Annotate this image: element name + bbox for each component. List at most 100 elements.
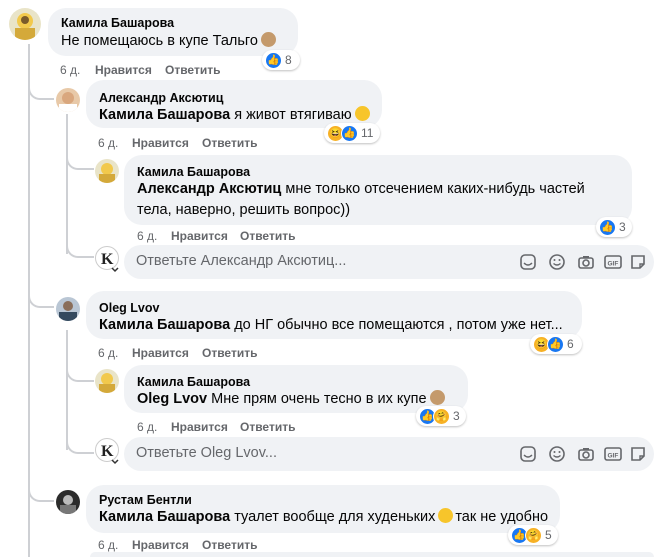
thread-hook <box>66 148 94 170</box>
like-reaction-icon: 👍 <box>547 335 564 353</box>
laughing-emoji-icon <box>354 106 370 121</box>
reply-button[interactable]: Ответить <box>202 136 257 150</box>
thread-hook <box>28 480 54 502</box>
reaction-summary[interactable]: 😆 👍 11 <box>324 123 380 143</box>
reaction-summary[interactable]: 👍 🤗 3 <box>416 406 466 426</box>
comment-author[interactable]: Oleg Lvov <box>99 301 159 315</box>
comment-body: я живот втягиваю <box>230 107 352 123</box>
like-button[interactable]: Нравится <box>132 136 189 150</box>
comment-text: Камила Башарова туалет вообще для худень… <box>99 506 548 528</box>
reaction-summary[interactable]: 👍 3 <box>596 217 632 237</box>
svg-text:GIF: GIF <box>608 453 619 460</box>
reply-button[interactable]: Ответить <box>202 346 257 360</box>
chevron-down-icon[interactable] <box>110 262 120 273</box>
reply-button[interactable]: Ответить <box>202 538 257 552</box>
comment-time[interactable]: 6 д. <box>98 136 118 150</box>
comment-time[interactable]: 6 д. <box>137 229 157 243</box>
comment-text: Александр Аксютиц мне только отсечением … <box>137 178 585 200</box>
thread-hook <box>66 360 94 382</box>
camera-icon[interactable] <box>577 445 595 463</box>
thread-hook <box>28 78 54 100</box>
comment-text: Камила Башарова до НГ обычно все помещаю… <box>99 314 563 336</box>
avatar[interactable] <box>56 88 80 112</box>
next-reply-box-edge <box>90 552 654 557</box>
avatar[interactable] <box>95 369 119 393</box>
care-reaction-icon: 🤗 <box>525 526 542 544</box>
avatar-image <box>59 92 77 112</box>
avatar-image <box>59 301 77 321</box>
sticker-alt-icon[interactable] <box>629 445 647 463</box>
comment-author[interactable]: Рустам Бентли <box>99 493 192 507</box>
sticker-icon[interactable] <box>519 253 537 271</box>
avatar-image <box>15 13 35 40</box>
care-reaction-icon: 🤗 <box>433 407 450 425</box>
reply-input-placeholder[interactable]: Ответьте Александр Аксютиц... <box>136 253 346 269</box>
reaction-count: 3 <box>619 220 626 234</box>
gif-icon[interactable]: GIF <box>604 445 622 463</box>
reply-button[interactable]: Ответить <box>240 420 295 434</box>
comment-body: Не помещаюсь в купе Тальго <box>61 33 258 49</box>
reaction-count: 8 <box>285 53 292 67</box>
avatar[interactable] <box>95 159 119 183</box>
comment-author[interactable]: Камила Башарова <box>137 375 250 389</box>
comment-author[interactable]: Камила Башарова <box>137 165 250 179</box>
reaction-summary[interactable]: 👍 8 <box>262 50 300 70</box>
reaction-count: 3 <box>453 409 460 423</box>
like-reaction-icon: 👍 <box>265 51 282 69</box>
comment-time[interactable]: 6 д. <box>60 63 80 77</box>
reaction-count: 11 <box>361 126 374 140</box>
like-button[interactable]: Нравится <box>132 538 189 552</box>
mention-link[interactable]: Камила Башарова <box>99 107 230 123</box>
reaction-count: 6 <box>567 337 574 351</box>
like-button[interactable]: Нравится <box>171 229 228 243</box>
reply-input-placeholder[interactable]: Ответьте Oleg Lvov... <box>136 445 277 461</box>
avatar-image <box>60 495 76 514</box>
comment-time[interactable]: 6 д. <box>98 538 118 552</box>
comment-text-line2: тела, наверно, решить вопрос)) <box>137 202 351 218</box>
sticker-icon[interactable] <box>519 445 537 463</box>
thread-hook <box>66 432 94 454</box>
comment-body-end: так не удобно <box>455 509 549 525</box>
sticker-alt-icon[interactable] <box>629 253 647 271</box>
comment-body: туалет вообще для худеньких <box>230 509 436 525</box>
avatar[interactable] <box>9 8 41 40</box>
avatar[interactable] <box>56 490 80 514</box>
see-no-evil-emoji-icon <box>260 32 276 47</box>
reply-button[interactable]: Ответить <box>165 63 220 77</box>
camera-icon[interactable] <box>577 253 595 271</box>
comment-time[interactable]: 6 д. <box>137 420 157 434</box>
like-button[interactable]: Нравится <box>95 63 152 77</box>
mention-link[interactable]: Александр Аксютиц <box>137 181 281 197</box>
emoji-icon[interactable] <box>548 253 566 271</box>
see-no-evil-emoji-icon <box>429 390 445 405</box>
avatar-image <box>99 163 115 183</box>
avatar-image <box>99 373 115 393</box>
comment-text: Камила Башарова я живот втягиваю <box>99 104 370 126</box>
chevron-down-icon[interactable] <box>110 454 120 465</box>
like-reaction-icon: 👍 <box>341 124 358 142</box>
reaction-count: 5 <box>545 528 552 542</box>
svg-text:GIF: GIF <box>608 261 619 268</box>
gif-icon[interactable]: GIF <box>604 253 622 271</box>
comment-author[interactable]: Александр Аксютиц <box>99 91 223 105</box>
thread-hook <box>66 236 94 258</box>
comment-body: мне только отсечением каких-нибудь часте… <box>281 181 585 197</box>
avatar[interactable] <box>56 297 80 321</box>
like-reaction-icon: 👍 <box>599 218 616 236</box>
grinning-emoji-icon <box>438 508 454 523</box>
reply-button[interactable]: Ответить <box>240 229 295 243</box>
reaction-summary[interactable]: 😆 👍 6 <box>530 334 582 354</box>
comment-body: до НГ обычно все помещаются , потом уже … <box>230 317 563 333</box>
like-button[interactable]: Нравится <box>171 420 228 434</box>
reaction-summary[interactable]: 👍 🤗 5 <box>508 525 558 545</box>
comment-author[interactable]: Камила Башарова <box>61 16 174 30</box>
like-button[interactable]: Нравится <box>132 346 189 360</box>
mention-link[interactable]: Камила Башарова <box>99 509 230 525</box>
comment-time[interactable]: 6 д. <box>98 346 118 360</box>
emoji-icon[interactable] <box>548 445 566 463</box>
comment-text: Oleg Lvov Мне прям очень тесно в их купе <box>137 388 445 410</box>
comment-body: Мне прям очень тесно в их купе <box>207 391 427 407</box>
comment-text: Не помещаюсь в купе Тальго <box>61 30 276 52</box>
mention-link[interactable]: Oleg Lvov <box>137 391 207 407</box>
mention-link[interactable]: Камила Башарова <box>99 317 230 333</box>
